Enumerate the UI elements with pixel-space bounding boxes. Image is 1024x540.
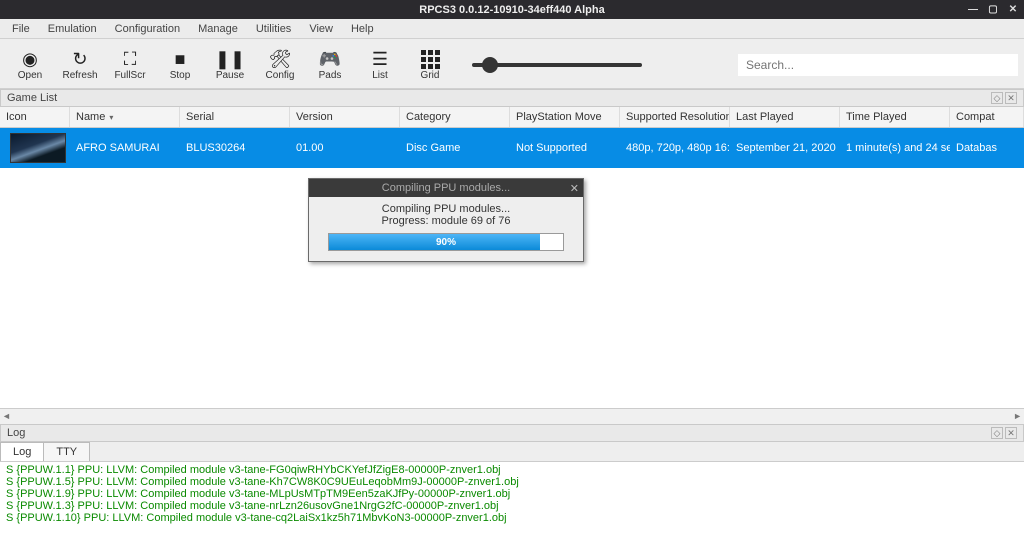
pads-button[interactable]: 🎮Pads xyxy=(306,48,354,81)
gamelist-header: Icon Name Serial Version Category PlaySt… xyxy=(0,107,1024,128)
log-float-button[interactable]: ◇ xyxy=(991,427,1003,439)
search-container xyxy=(738,54,1018,76)
stop-button[interactable]: ■Stop xyxy=(156,48,204,81)
cell-name: AFRO SAMURAI xyxy=(70,138,180,158)
compile-modal: Compiling PPU modules... ✕ Compiling PPU… xyxy=(308,178,584,262)
cell-resolutions: 480p, 720p, 480p 16:9 xyxy=(620,138,730,158)
log-line: S {PPUW.1.3} PPU: LLVM: Compiled module … xyxy=(6,500,1018,512)
list-view-button[interactable]: ☰List xyxy=(356,48,404,81)
cell-category: Disc Game xyxy=(400,138,510,158)
config-icon: 🛠 xyxy=(269,48,292,70)
game-thumbnail xyxy=(10,133,66,163)
col-move[interactable]: PlayStation Move xyxy=(510,107,620,127)
col-compat[interactable]: Compat xyxy=(950,107,1024,127)
log-close-button[interactable]: ✕ xyxy=(1005,427,1017,439)
col-time-played[interactable]: Time Played xyxy=(840,107,950,127)
menubar: File Emulation Configuration Manage Util… xyxy=(0,19,1024,39)
window-title: RPCS3 0.0.12-10910-34eff440 Alpha xyxy=(419,4,604,16)
toolbar: ◉Open ↻Refresh ⛶FullScr ■Stop ❚❚Pause 🛠C… xyxy=(0,39,1024,89)
col-name[interactable]: Name xyxy=(70,107,180,127)
modal-close-button[interactable]: ✕ xyxy=(570,182,579,195)
menu-file[interactable]: File xyxy=(4,21,38,37)
log-panel-header: Log ◇✕ xyxy=(0,424,1024,442)
gamelist-title: Game List xyxy=(7,92,57,104)
horizontal-scrollbar[interactable] xyxy=(0,408,1024,424)
log-body[interactable]: S {PPUW.1.1} PPU: LLVM: Compiled module … xyxy=(0,462,1024,540)
col-icon[interactable]: Icon xyxy=(0,107,70,127)
grid-icon-wrap xyxy=(421,48,440,70)
log-line: S {PPUW.1.9} PPU: LLVM: Compiled module … xyxy=(6,488,1018,500)
pause-button[interactable]: ❚❚Pause xyxy=(206,48,254,81)
modal-title: Compiling PPU modules... xyxy=(382,182,510,194)
col-resolutions[interactable]: Supported Resolutions xyxy=(620,107,730,127)
minimize-button[interactable]: — xyxy=(966,4,980,16)
gamelist-panel-header: Game List ◇✕ xyxy=(0,89,1024,107)
cell-move: Not Supported xyxy=(510,138,620,158)
progress-percent: 90% xyxy=(329,234,563,250)
tab-log[interactable]: Log xyxy=(0,442,44,461)
titlebar: RPCS3 0.0.12-10910-34eff440 Alpha — ▢ ✕ xyxy=(0,0,1024,19)
log-line: S {PPUW.1.1} PPU: LLVM: Compiled module … xyxy=(6,464,1018,476)
modal-message: Compiling PPU modules... xyxy=(319,203,573,215)
fullscreen-button[interactable]: ⛶FullScr xyxy=(106,48,154,81)
list-icon: ☰ xyxy=(372,48,388,70)
cell-serial: BLUS30264 xyxy=(180,138,290,158)
log-title: Log xyxy=(7,427,25,439)
menu-utilities[interactable]: Utilities xyxy=(248,21,299,37)
close-button[interactable]: ✕ xyxy=(1006,4,1020,16)
col-last-played[interactable]: Last Played xyxy=(730,107,840,127)
menu-configuration[interactable]: Configuration xyxy=(107,21,188,37)
panel-close-button[interactable]: ✕ xyxy=(1005,92,1017,104)
cell-version: 01.00 xyxy=(290,138,400,158)
config-button[interactable]: 🛠Config xyxy=(256,48,304,81)
modal-progress-text: Progress: module 69 of 76 xyxy=(319,215,573,227)
menu-emulation[interactable]: Emulation xyxy=(40,21,105,37)
col-category[interactable]: Category xyxy=(400,107,510,127)
main-window: RPCS3 0.0.12-10910-34eff440 Alpha — ▢ ✕ … xyxy=(0,0,1024,540)
icon-size-slider[interactable] xyxy=(472,63,652,67)
log-line: S {PPUW.1.5} PPU: LLVM: Compiled module … xyxy=(6,476,1018,488)
table-row[interactable]: AFRO SAMURAI BLUS30264 01.00 Disc Game N… xyxy=(0,128,1024,168)
grid-view-button[interactable]: Grid xyxy=(406,48,454,81)
progress-bar: 90% xyxy=(328,233,564,251)
cell-time-played: 1 minute(s) and 24 second(s) xyxy=(840,138,950,158)
camera-icon: ◉ xyxy=(22,48,38,70)
maximize-button[interactable]: ▢ xyxy=(986,4,1000,16)
panel-float-button[interactable]: ◇ xyxy=(991,92,1003,104)
log-tabs: Log TTY xyxy=(0,442,1024,462)
modal-titlebar[interactable]: Compiling PPU modules... ✕ xyxy=(309,179,583,197)
window-controls: — ▢ ✕ xyxy=(966,4,1020,16)
search-input[interactable] xyxy=(738,54,1018,76)
fullscreen-icon: ⛶ xyxy=(124,48,137,70)
menu-help[interactable]: Help xyxy=(343,21,382,37)
cell-compat: Databas xyxy=(950,138,1024,158)
pause-icon: ❚❚ xyxy=(215,48,245,70)
refresh-button[interactable]: ↻Refresh xyxy=(56,48,104,81)
stop-icon: ■ xyxy=(175,48,186,70)
gamepad-icon: 🎮 xyxy=(319,48,341,70)
menu-manage[interactable]: Manage xyxy=(190,21,246,37)
menu-view[interactable]: View xyxy=(301,21,341,37)
log-line: S {PPUW.1.10} PPU: LLVM: Compiled module… xyxy=(6,512,1018,524)
tab-tty[interactable]: TTY xyxy=(43,442,90,461)
modal-body: Compiling PPU modules... Progress: modul… xyxy=(309,197,583,261)
col-version[interactable]: Version xyxy=(290,107,400,127)
game-list: Icon Name Serial Version Category PlaySt… xyxy=(0,107,1024,424)
cell-last-played: September 21, 2020 xyxy=(730,138,840,158)
game-icon-cell xyxy=(0,129,70,167)
log-panel: Log ◇✕ Log TTY S {PPUW.1.1} PPU: LLVM: C… xyxy=(0,424,1024,540)
col-serial[interactable]: Serial xyxy=(180,107,290,127)
refresh-icon: ↻ xyxy=(72,48,87,70)
open-button[interactable]: ◉Open xyxy=(6,48,54,81)
